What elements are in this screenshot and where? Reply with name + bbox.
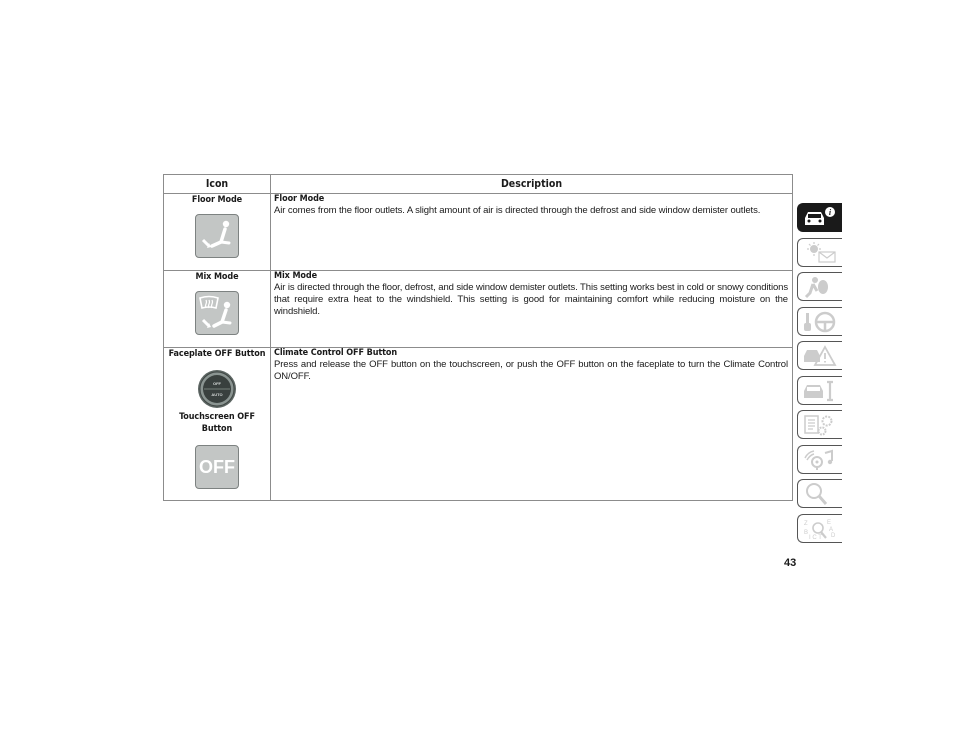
knob-off-text: OFF bbox=[213, 381, 222, 386]
icon-label: Faceplate OFF Button bbox=[168, 349, 266, 359]
emergency-tab[interactable] bbox=[797, 341, 842, 370]
description-text: Air comes from the floor outlets. A slig… bbox=[274, 205, 761, 216]
svg-text:E: E bbox=[827, 520, 831, 526]
description-text: Press and release the OFF button on the … bbox=[274, 359, 788, 382]
table-row: Floor Mode Floor Mode Air comes from the… bbox=[163, 193, 793, 271]
icon-label: Mix Mode bbox=[195, 272, 239, 282]
car-wrench-icon bbox=[804, 380, 833, 401]
chapter-tabs: i Z B I C T E A D bbox=[797, 203, 842, 548]
floor-mode-icon bbox=[195, 214, 239, 258]
mix-mode-icon bbox=[195, 291, 239, 335]
description-text: Air is directed through the floor, defro… bbox=[274, 282, 788, 317]
faceplate-off-knob-icon: OFF AUTO bbox=[198, 370, 236, 408]
specifications-tab[interactable] bbox=[797, 410, 842, 439]
svg-text:I C T: I C T bbox=[809, 535, 822, 541]
touchscreen-off-button-icon: OFF bbox=[195, 445, 239, 489]
icon-label: Touchscreen OFF Button bbox=[179, 412, 255, 434]
table-row: Faceplate OFF Button OFF AUTO Touchscree… bbox=[163, 347, 793, 501]
icon-cell: Mix Mode bbox=[163, 270, 271, 348]
car-warning-icon bbox=[804, 345, 837, 366]
description-title: Floor Mode bbox=[274, 194, 325, 204]
icon-cell: Faceplate OFF Button OFF AUTO Touchscree… bbox=[163, 347, 271, 501]
customer-assistance-tab[interactable] bbox=[797, 479, 842, 508]
airbag-person-icon bbox=[804, 277, 828, 299]
instrument-cluster-tab[interactable] bbox=[797, 237, 842, 267]
page-number: 43 bbox=[784, 557, 797, 569]
magnifier-icon bbox=[806, 483, 828, 505]
svg-text:D: D bbox=[831, 533, 836, 539]
svg-text:Z: Z bbox=[804, 521, 808, 527]
key-steering-wheel-icon bbox=[804, 311, 836, 332]
index-tab[interactable]: Z B I C T E A D bbox=[797, 513, 842, 543]
icon-cell: Floor Mode bbox=[163, 193, 271, 271]
alphabet-index-icon: Z B I C T E A D bbox=[804, 520, 836, 541]
safety-tab[interactable] bbox=[797, 272, 842, 301]
description-cell: Floor Mode Air comes from the floor outl… bbox=[270, 193, 793, 271]
starting-operating-tab[interactable] bbox=[797, 306, 842, 336]
svg-text:B: B bbox=[804, 530, 808, 536]
vehicle-info-tab[interactable]: i bbox=[797, 203, 842, 232]
description-title: Mix Mode bbox=[274, 271, 317, 281]
radio-music-icon bbox=[804, 449, 833, 470]
description-cell: Mix Mode Air is directed through the flo… bbox=[270, 270, 793, 348]
icon-column-header: Icon bbox=[163, 174, 271, 194]
table-row: Mix Mode Mix Mode Air is directed throug… bbox=[163, 270, 793, 348]
climate-controls-table: Icon Description Floor Mode Floor Mode A… bbox=[163, 174, 793, 501]
sun-envelope-icon bbox=[807, 241, 836, 263]
description-cell: Climate Control OFF Button Press and rel… bbox=[270, 347, 793, 501]
icon-label: Floor Mode bbox=[191, 195, 243, 205]
knob-auto-text: AUTO bbox=[211, 392, 222, 397]
list-gear-icon bbox=[804, 415, 833, 436]
description-title: Climate Control OFF Button bbox=[274, 348, 398, 358]
table-header-row: Icon Description bbox=[163, 174, 793, 194]
description-column-header: Description bbox=[270, 174, 793, 194]
servicing-tab[interactable] bbox=[797, 375, 842, 405]
car-info-icon: i bbox=[805, 207, 835, 225]
multimedia-tab[interactable] bbox=[797, 444, 842, 474]
